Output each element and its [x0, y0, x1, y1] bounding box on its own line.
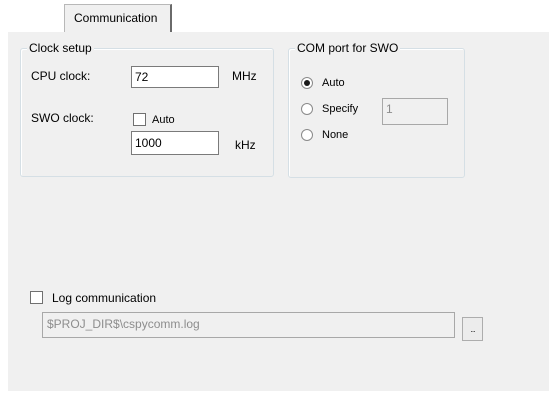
- tab-panel: Clock setup CPU clock: 72 MHz SWO clock:…: [7, 31, 549, 391]
- log-communication-label[interactable]: Log communication: [52, 291, 156, 305]
- cpu-clock-input[interactable]: 72: [131, 66, 219, 88]
- browse-button[interactable]: ...: [462, 317, 483, 341]
- cpu-clock-label: CPU clock:: [31, 69, 91, 83]
- swo-auto-checkbox[interactable]: [133, 113, 146, 126]
- com-specify-radio[interactable]: [301, 103, 313, 115]
- com-none-radio[interactable]: [301, 129, 313, 141]
- swo-clock-label: SWO clock:: [31, 111, 94, 125]
- com-auto-label[interactable]: Auto: [322, 76, 345, 90]
- log-path-input[interactable]: $PROJ_DIR$\cspycomm.log: [42, 312, 455, 338]
- com-port-group: COM port for SWO Auto Specify 1 None: [288, 41, 465, 178]
- com-specify-input[interactable]: 1: [382, 98, 448, 125]
- cpu-clock-unit: MHz: [232, 69, 257, 83]
- clock-setup-group: Clock setup CPU clock: 72 MHz SWO clock:…: [20, 41, 274, 177]
- swo-auto-label[interactable]: Auto: [152, 113, 175, 127]
- com-port-title: COM port for SWO: [295, 41, 401, 55]
- com-specify-label[interactable]: Specify: [322, 102, 358, 116]
- tab-communication[interactable]: Communication: [64, 4, 172, 32]
- clock-setup-title: Clock setup: [27, 41, 94, 55]
- swo-clock-unit: kHz: [235, 138, 256, 152]
- swo-clock-input[interactable]: 1000: [131, 131, 219, 155]
- log-communication-checkbox[interactable]: [30, 291, 43, 304]
- com-auto-radio[interactable]: [301, 77, 313, 89]
- com-none-label[interactable]: None: [322, 128, 348, 142]
